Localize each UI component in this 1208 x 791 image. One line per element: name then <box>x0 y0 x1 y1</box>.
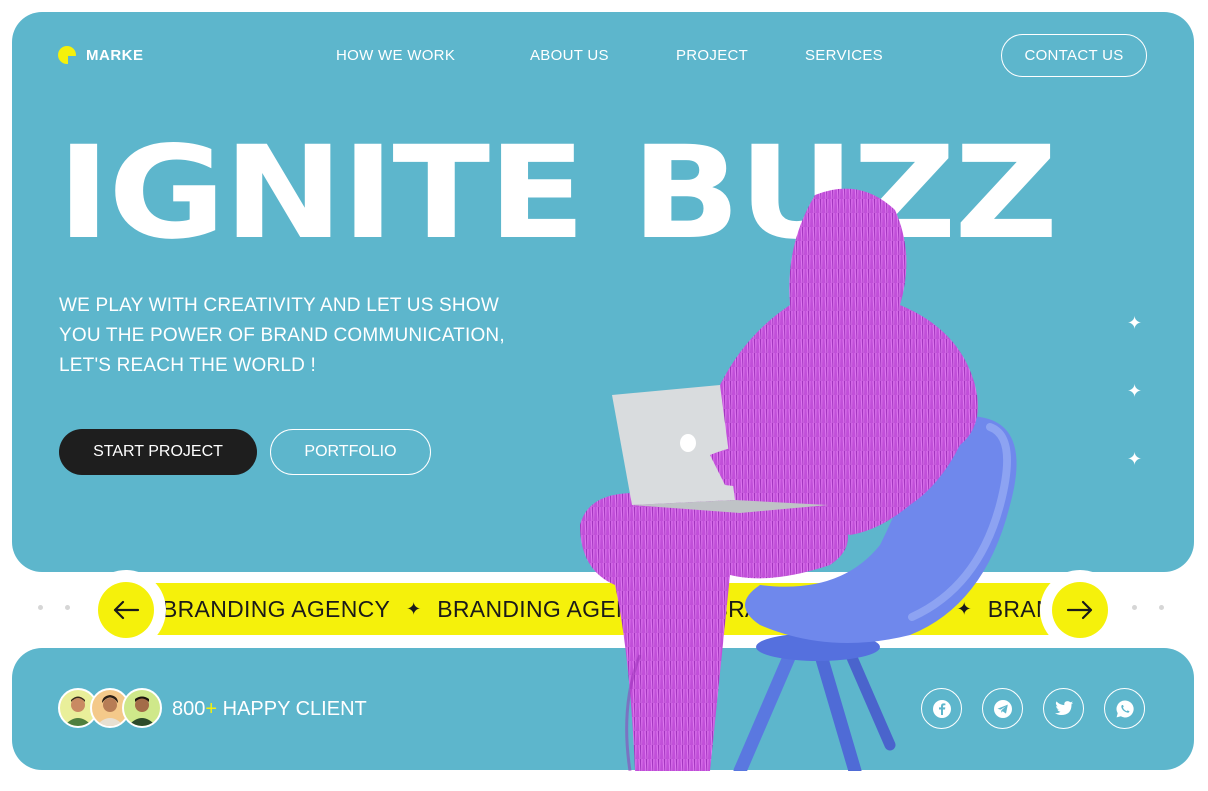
telegram-button[interactable] <box>982 688 1023 729</box>
clients-label: HAPPY CLIENT <box>217 698 367 720</box>
clients-plus: + <box>205 698 218 720</box>
sparkle-icon: ✦ <box>1127 313 1143 333</box>
four-point-star-icon: ✦ <box>956 598 972 619</box>
sparkle-icon: ✦ <box>1127 381 1143 401</box>
decorative-dots <box>1132 605 1164 610</box>
nav-project[interactable]: PROJECT <box>676 47 748 64</box>
ticker-item: BRANDING AGENCY <box>162 595 391 622</box>
decorative-dots <box>38 605 70 610</box>
logo[interactable]: MARKE <box>58 46 144 65</box>
avatar <box>122 688 162 728</box>
sparkle-icon: ✦ <box>1127 449 1143 469</box>
next-button[interactable] <box>1052 582 1108 638</box>
logo-text: MARKE <box>86 46 144 64</box>
tagline-line-3: LET'S REACH THE WORLD ! <box>59 355 317 376</box>
twitter-button[interactable] <box>1043 688 1084 729</box>
ticker-track: BRANDING AGENCY ✦ BRANDING AGENCY ✦ BRAN… <box>126 596 1086 623</box>
facebook-icon <box>932 699 951 718</box>
nav-how-we-work[interactable]: HOW WE WORK <box>336 47 455 64</box>
ticker-banner: BRANDING AGENCY ✦ BRANDING AGENCY ✦ BRAN… <box>126 583 1086 635</box>
four-point-star-icon: ✦ <box>406 598 422 619</box>
ticker-item: BRANDING AGENCY <box>437 595 666 622</box>
client-avatars <box>58 688 162 728</box>
tagline-line-2: YOU THE POWER OF BRAND COMMUNICATION, <box>59 325 505 346</box>
tagline-line-1: WE PLAY WITH CREATIVITY AND LET US SHOW <box>59 295 499 316</box>
portfolio-button[interactable]: PORTFOLIO <box>270 429 431 475</box>
prev-button[interactable] <box>98 582 154 638</box>
hero-headline: IGNITE BUZZ <box>57 119 1058 268</box>
logo-mark-icon <box>58 46 77 65</box>
start-project-button[interactable]: START PROJECT <box>59 429 257 475</box>
happy-clients-stat: 800+ HAPPY CLIENT <box>172 698 367 721</box>
arrow-right-icon <box>1066 600 1093 620</box>
next-button-ring <box>1040 570 1120 650</box>
facebook-button[interactable] <box>921 688 962 729</box>
twitter-icon <box>1054 700 1073 715</box>
four-point-star-icon: ✦ <box>681 598 697 619</box>
hero-tagline: WE PLAY WITH CREATIVITY AND LET US SHOW … <box>59 291 505 381</box>
clients-count: 800 <box>172 698 206 720</box>
telegram-icon <box>993 699 1012 718</box>
ticker-item: BRANDING AGENCY <box>712 595 941 622</box>
nav-about-us[interactable]: ABOUT US <box>530 47 609 64</box>
arrow-left-icon <box>113 600 140 620</box>
whatsapp-icon <box>1116 699 1134 717</box>
prev-button-ring <box>86 570 166 650</box>
whatsapp-button[interactable] <box>1104 688 1145 729</box>
contact-us-button[interactable]: CONTACT US <box>1001 34 1147 77</box>
nav-services[interactable]: SERVICES <box>805 47 883 64</box>
